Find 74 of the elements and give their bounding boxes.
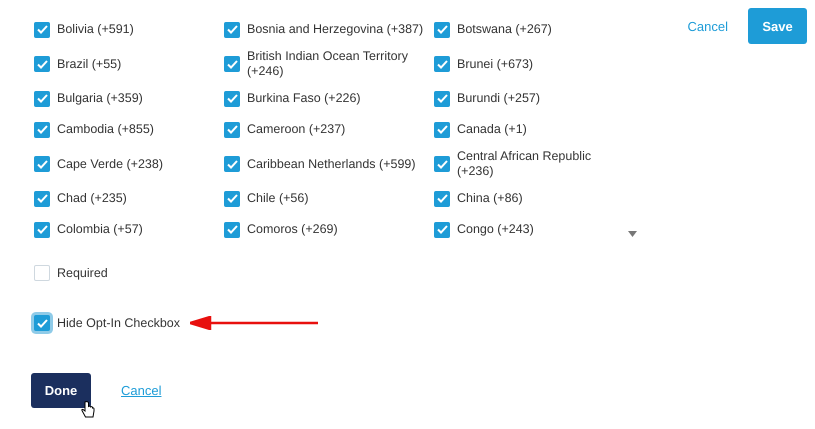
- arrow-icon: [190, 316, 318, 330]
- country-label: Congo (+243): [457, 222, 534, 237]
- checkbox[interactable]: [224, 22, 240, 38]
- checkmark-icon: [226, 25, 238, 34]
- checkmark-icon: [226, 194, 238, 203]
- country-label: Bosnia and Herzegovina (+387): [247, 22, 424, 37]
- country-label: Chad (+235): [57, 191, 127, 206]
- checkbox[interactable]: [34, 122, 50, 138]
- checkbox[interactable]: [434, 22, 450, 38]
- checkbox[interactable]: [434, 222, 450, 238]
- country-label: Cameroon (+237): [247, 122, 346, 137]
- country-label: British Indian Ocean Territory (+246): [247, 49, 409, 79]
- checkmark-icon: [36, 160, 48, 168]
- checkbox[interactable]: [224, 222, 240, 238]
- checkmark-icon: [226, 94, 238, 103]
- save-button[interactable]: Save: [748, 8, 807, 44]
- option-label: Hide Opt-In Checkbox: [57, 316, 180, 330]
- checkbox[interactable]: [224, 90, 240, 106]
- checkmark-icon: [226, 160, 238, 168]
- checkbox[interactable]: [224, 122, 240, 138]
- checkbox[interactable]: [34, 222, 50, 238]
- checkbox[interactable]: [434, 90, 450, 106]
- country-label: Brunei (+673): [457, 56, 534, 72]
- checkbox[interactable]: [224, 156, 240, 172]
- checkmark-icon: [36, 318, 48, 328]
- checkmark-icon: [36, 60, 48, 68]
- checkmark-icon: [226, 60, 238, 68]
- checkbox[interactable]: [34, 190, 50, 206]
- country-label: Burkina Faso (+226): [247, 91, 361, 106]
- cancel-link[interactable]: Cancel: [688, 18, 728, 34]
- country-label: Cambodia (+855): [57, 122, 154, 137]
- checkbox[interactable]: [224, 56, 240, 72]
- checkbox[interactable]: [434, 156, 450, 172]
- done-button[interactable]: Done: [31, 373, 91, 408]
- checkmark-icon: [436, 25, 448, 34]
- checkmark-icon: [436, 125, 448, 134]
- country-label: China (+86): [457, 191, 523, 206]
- cancel-link[interactable]: Cancel: [121, 383, 162, 398]
- checkbox[interactable]: [224, 190, 240, 206]
- checkmark-icon: [436, 194, 448, 203]
- checkmark-icon: [436, 160, 448, 168]
- country-label: Colombia (+57): [57, 222, 143, 237]
- country-label: Bulgaria (+359): [57, 91, 143, 106]
- checkmark-icon: [226, 225, 238, 234]
- scroll-down-icon[interactable]: [628, 231, 637, 237]
- checkmark-icon: [36, 125, 48, 134]
- checkbox[interactable]: [34, 315, 50, 331]
- checkbox[interactable]: [434, 122, 450, 138]
- checkbox[interactable]: [34, 90, 50, 106]
- country-label: Chile (+56): [247, 191, 308, 206]
- option-label: Required: [57, 266, 108, 280]
- checkbox[interactable]: [34, 156, 50, 172]
- checkmark-icon: [436, 94, 448, 103]
- checkbox[interactable]: [34, 56, 50, 72]
- checkmark-icon: [36, 225, 48, 234]
- checkmark-icon: [436, 60, 448, 68]
- country-label: Central African Republic (+236): [457, 149, 592, 179]
- checkbox[interactable]: [34, 22, 50, 38]
- country-label: Brazil (+55): [57, 56, 122, 72]
- hand-cursor-icon: [81, 401, 95, 419]
- country-label: Cape Verde (+238): [57, 156, 163, 172]
- checkbox[interactable]: [434, 190, 450, 206]
- checkmark-icon: [36, 25, 48, 34]
- country-label: Comoros (+269): [247, 222, 338, 237]
- checkmark-icon: [436, 225, 448, 234]
- checkmark-icon: [226, 125, 238, 134]
- country-label: Burundi (+257): [457, 91, 540, 106]
- country-label: Bolivia (+591): [57, 22, 134, 37]
- country-label: Canada (+1): [457, 122, 527, 137]
- checkbox[interactable]: [434, 56, 450, 72]
- country-label: Botswana (+267): [457, 22, 552, 37]
- checkmark-icon: [36, 194, 48, 203]
- country-label: Caribbean Netherlands (+599): [247, 156, 416, 172]
- checkmark-icon: [36, 94, 48, 103]
